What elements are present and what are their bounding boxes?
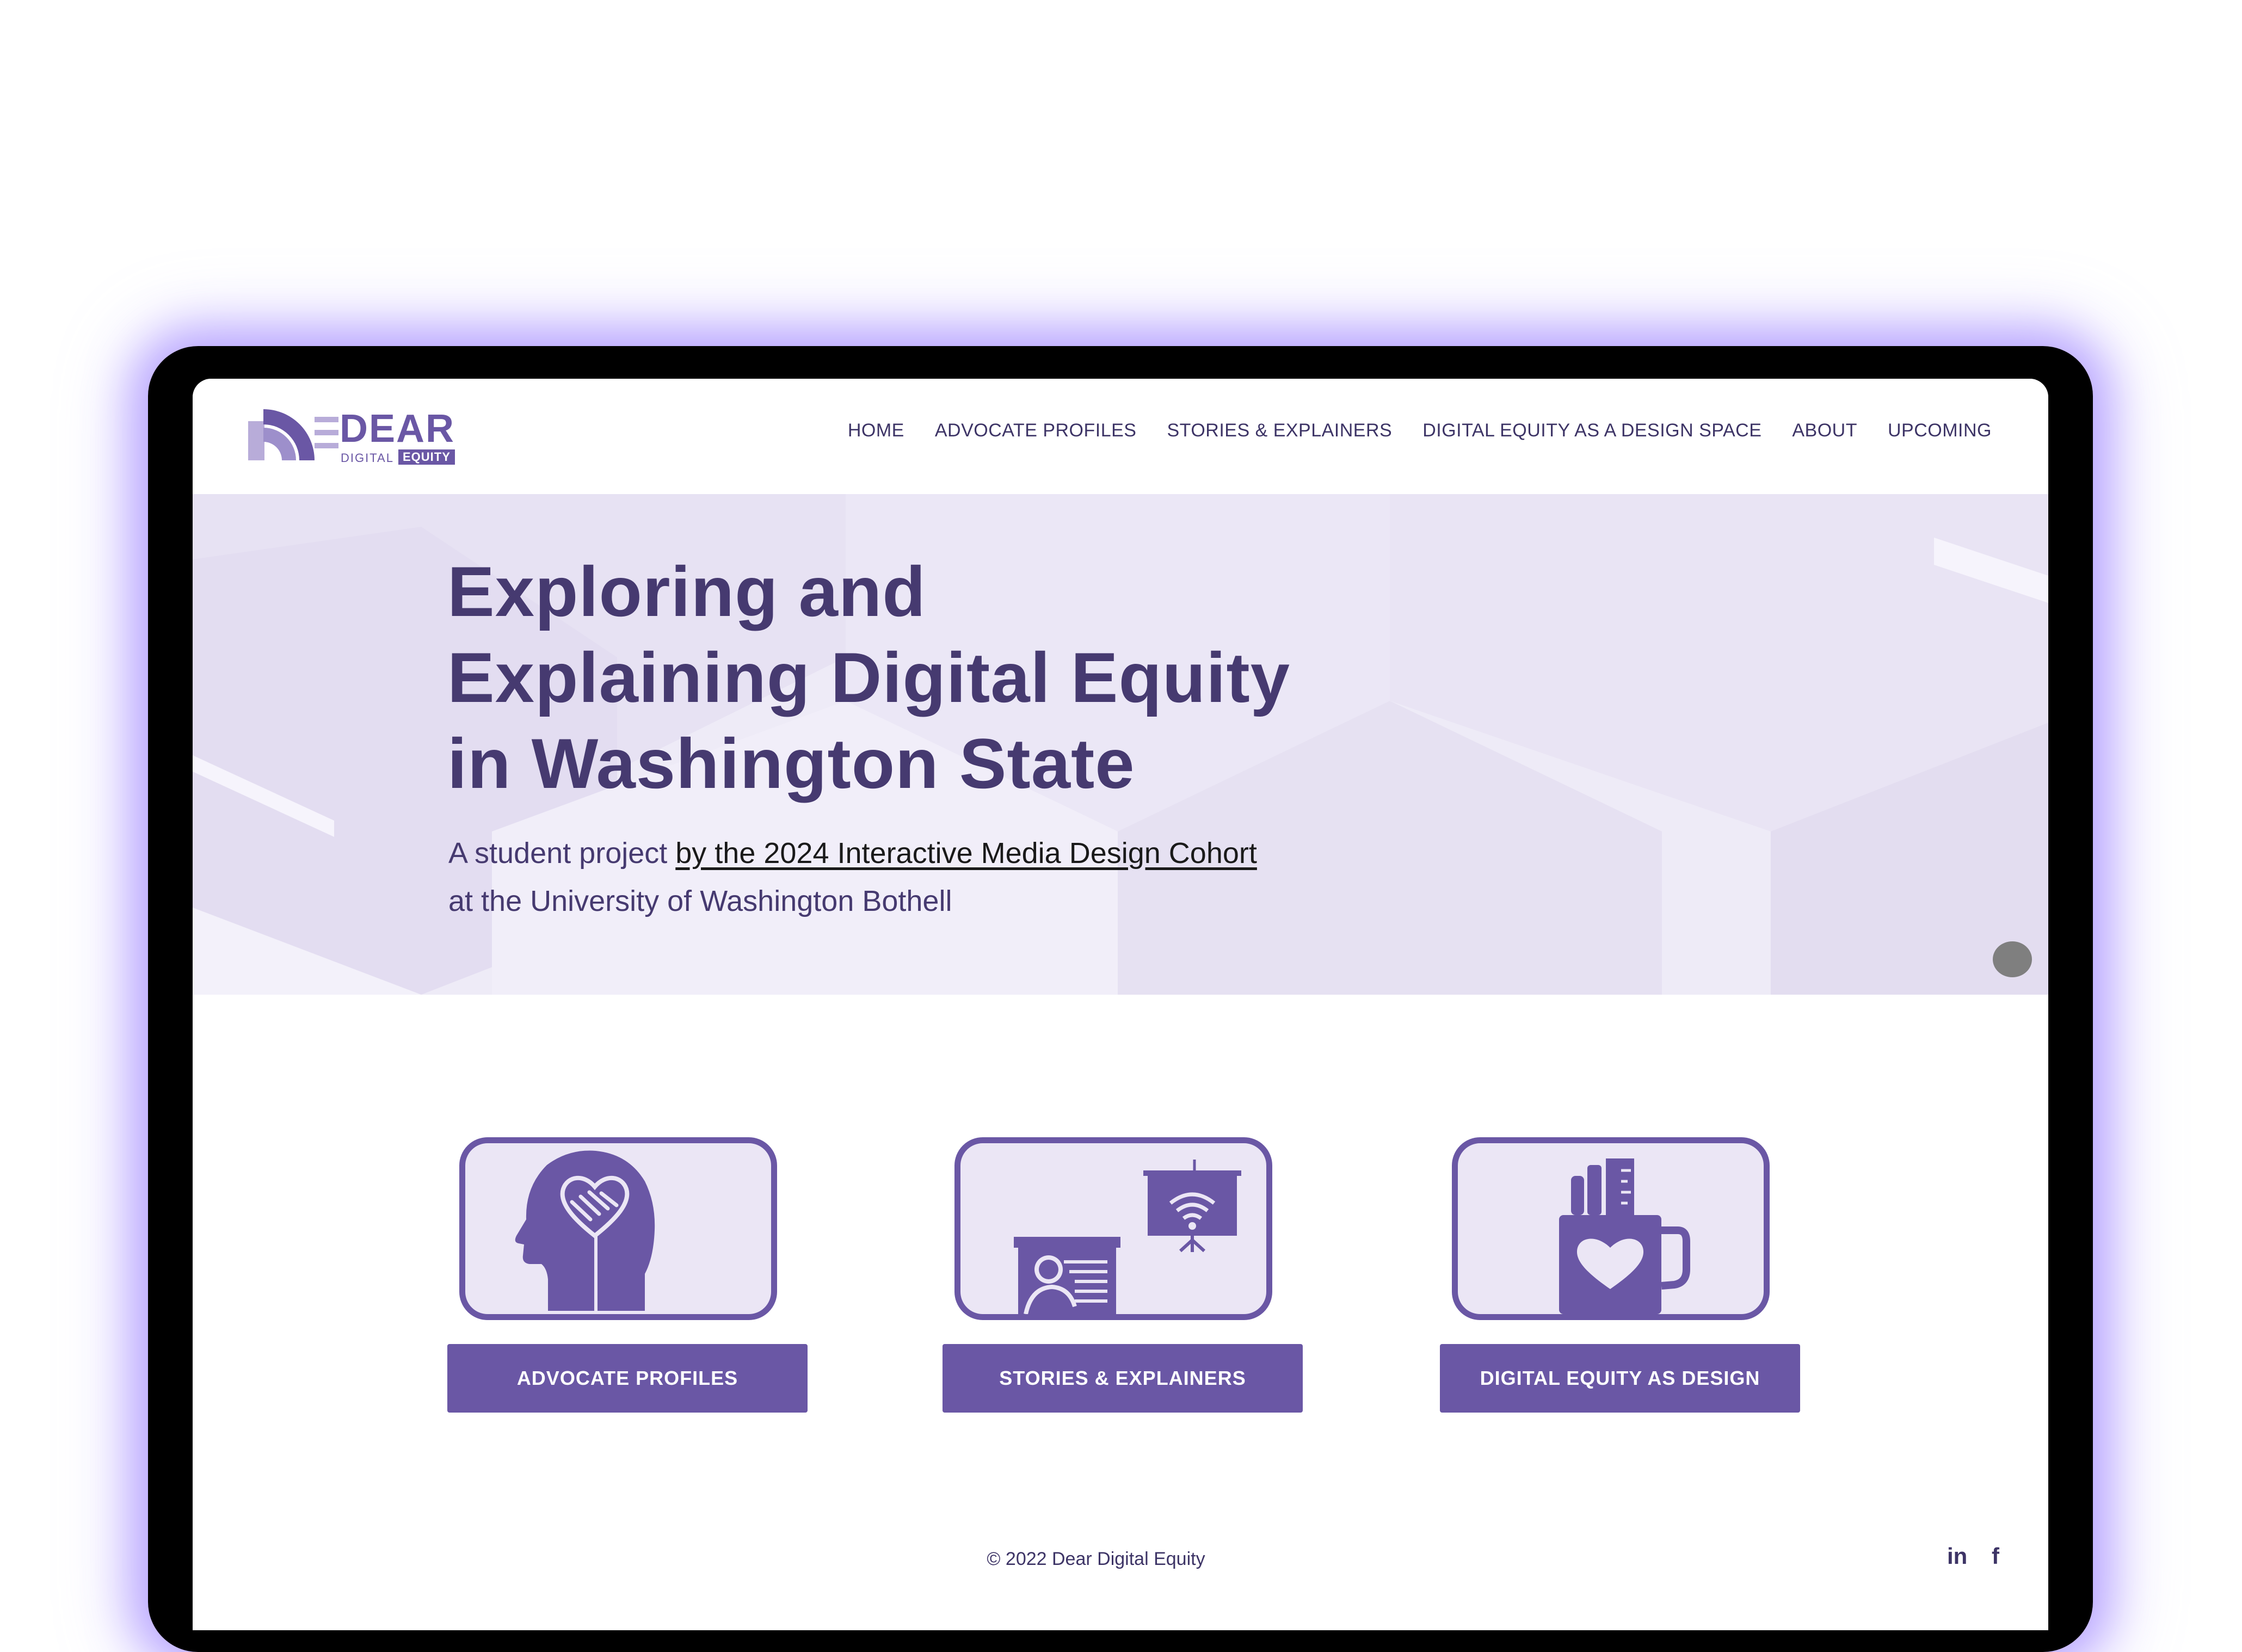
linkedin-icon[interactable]: in [1947,1543,1967,1569]
main-nav: HOME ADVOCATE PROFILES STORIES & EXPLAIN… [848,420,1992,441]
nav-home[interactable]: HOME [848,420,904,441]
hero-section: Exploring and Explaining Digital Equity … [193,494,2048,995]
hero-title: Exploring and Explaining Digital Equity … [447,548,1290,806]
hero-title-line: Explaining Digital Equity [447,638,1291,717]
hero-subtitle: A student project by the 2024 Interactiv… [448,829,1482,925]
hero-title-line: Exploring and [447,552,926,631]
logo-arcs-icon [248,409,338,460]
digital-equity-design-button[interactable]: DIGITAL EQUITY AS DESIGN [1440,1344,1800,1413]
nav-upcoming[interactable]: UPCOMING [1888,420,1992,441]
facebook-icon[interactable]: f [1992,1543,1999,1569]
hero-subtitle-prefix: A student project [448,837,676,870]
browser-screen: DEAR DIGITAL EQUITY HOME ADVOCATE PROFIL… [193,379,2048,1630]
nav-digital-equity-design-space[interactable]: DIGITAL EQUITY AS A DESIGN SPACE [1422,420,1761,441]
stories-explainers-card-icon[interactable] [954,1137,1272,1320]
nav-stories-explainers[interactable]: STORIES & EXPLAINERS [1167,420,1392,441]
footer-copyright: © 2022 Dear Digital Equity [987,1549,1205,1569]
site-header: DEAR DIGITAL EQUITY HOME ADVOCATE PROFIL… [193,379,2048,494]
presentation-wifi-icon [1014,1160,1241,1314]
digital-equity-design-card-icon[interactable] [1452,1137,1770,1320]
advocate-profiles-card-icon[interactable] [459,1137,777,1320]
stories-explainers-button[interactable]: STORIES & EXPLAINERS [943,1344,1303,1413]
nav-about[interactable]: ABOUT [1792,420,1857,441]
hero-title-line: in Washington State [447,724,1135,803]
advocate-profiles-button[interactable]: ADVOCATE PROFILES [447,1344,808,1413]
logo-word: DEAR [340,407,455,451]
laptop-frame: DEAR DIGITAL EQUITY HOME ADVOCATE PROFIL… [148,346,2093,1652]
logo-sub-equity: EQUITY [398,449,455,465]
scroll-indicator-dot[interactable] [1993,941,2032,977]
head-heart-handshake-icon [515,1150,655,1311]
logo-sub-digital: DIGITAL [341,451,394,465]
hero-subtitle-suffix: at the University of Washington Bothell [448,885,952,917]
nav-advocate-profiles[interactable]: ADVOCATE PROFILES [935,420,1137,441]
dear-digital-equity-logo[interactable]: DEAR DIGITAL EQUITY [247,406,459,466]
mug-heart-pens-icon [1559,1158,1690,1314]
cohort-link[interactable]: by the 2024 Interactive Media Design Coh… [675,837,1257,870]
